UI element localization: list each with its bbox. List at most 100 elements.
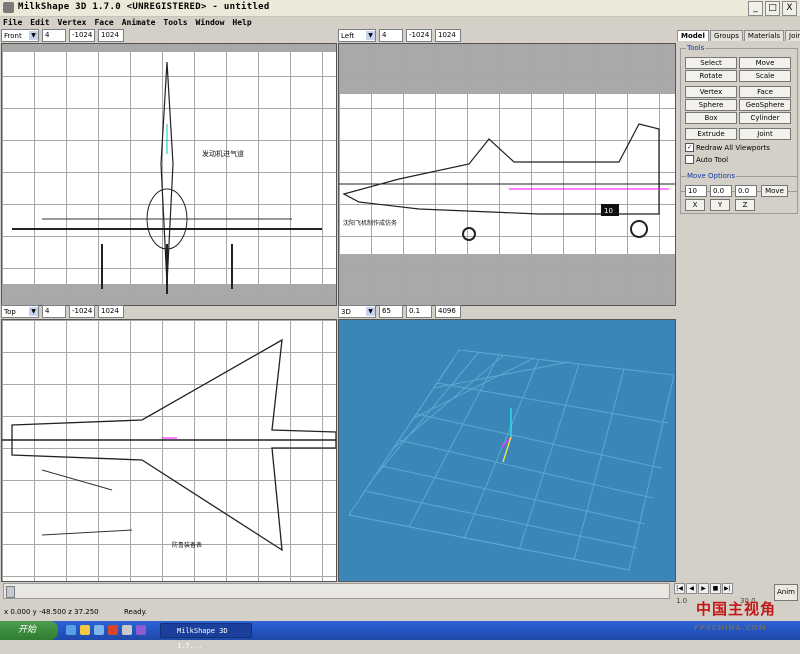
- persp-near-field[interactable]: 0.1: [406, 305, 432, 318]
- app-icon: [3, 2, 14, 13]
- tools-group-title: Tools: [686, 44, 706, 52]
- front-viewport[interactable]: 发动机进气道: [1, 43, 337, 306]
- menu-tools[interactable]: Tools: [163, 17, 187, 29]
- persp-viewport[interactable]: [338, 319, 676, 582]
- frame-start[interactable]: 1.0: [676, 597, 687, 607]
- vertex-button[interactable]: Vertex: [685, 86, 737, 98]
- menu-window[interactable]: Window: [196, 17, 225, 29]
- left-min-field[interactable]: -1024: [406, 29, 432, 42]
- left-viewport[interactable]: 沈阳飞机制作成仿务 10: [338, 43, 676, 306]
- rotate-button[interactable]: Rotate: [685, 70, 737, 82]
- left-annotation: 沈阳飞机制作成仿务: [343, 220, 398, 227]
- select-button[interactable]: Select: [685, 57, 737, 69]
- start-button[interactable]: 开始: [0, 621, 58, 640]
- top-view-select[interactable]: Top ▼: [1, 305, 39, 318]
- minimize-button[interactable]: _: [748, 1, 763, 16]
- anim-button[interactable]: Anim: [774, 584, 798, 601]
- persp-fov-field[interactable]: 65: [379, 305, 403, 318]
- app-shortcut-icon[interactable]: [122, 625, 132, 635]
- browser-icon[interactable]: [136, 625, 146, 635]
- move-y-field[interactable]: 0.0: [710, 185, 732, 197]
- chevron-down-icon: ▼: [366, 31, 375, 40]
- tools-group: Tools Select Move Rotate Scale Vertex Fa…: [680, 44, 798, 192]
- box-button[interactable]: Box: [685, 112, 737, 124]
- left-grid-size-field[interactable]: 4: [379, 29, 403, 42]
- front-aircraft-drawing: [12, 61, 322, 294]
- tab-model[interactable]: Model: [677, 30, 709, 41]
- move-apply-button[interactable]: Move: [761, 185, 788, 197]
- top-viewport-header: Top ▼ 4 -1024 1024: [1, 305, 124, 318]
- face-button[interactable]: Face: [739, 86, 791, 98]
- move-options-title: Move Options: [686, 172, 737, 180]
- left-part-label: 10: [604, 207, 613, 215]
- maximize-button[interactable]: □: [765, 1, 780, 16]
- geosphere-button[interactable]: GeoSphere: [739, 99, 791, 111]
- top-annotation: 防鲁装备表: [172, 542, 203, 549]
- persp-viewport-header: 3D ▼ 65 0.1 4096: [338, 305, 461, 318]
- persp-far-field[interactable]: 4096: [435, 305, 461, 318]
- menu-file[interactable]: File: [3, 17, 22, 29]
- front-max-field[interactable]: 1024: [98, 29, 124, 42]
- front-view-select[interactable]: Front ▼: [1, 29, 39, 42]
- front-viewport-header: Front ▼ 4 -1024 1024: [1, 29, 124, 42]
- desktop-icon[interactable]: [94, 625, 104, 635]
- status-text: Ready.: [124, 608, 147, 616]
- redraw-all-checkbox[interactable]: ✓ Redraw All Viewports: [685, 143, 770, 152]
- stop-icon[interactable]: ■: [710, 583, 721, 594]
- axis-y-button[interactable]: Y: [710, 199, 730, 211]
- move-x-field[interactable]: 10: [685, 185, 707, 197]
- menu-edit[interactable]: Edit: [30, 17, 49, 29]
- move-tool-button[interactable]: Move: [739, 57, 791, 69]
- persp-view-select[interactable]: 3D ▼: [338, 305, 376, 318]
- left-max-field[interactable]: 1024: [435, 29, 461, 42]
- top-viewport[interactable]: 防鲁装备表: [1, 319, 337, 582]
- chevron-down-icon: ▼: [366, 307, 375, 316]
- left-aircraft-drawing: [339, 123, 675, 241]
- auto-tool-checkbox[interactable]: Auto Tool: [685, 155, 728, 164]
- perspective-grid: [348, 349, 675, 571]
- joint-button[interactable]: Joint: [739, 128, 791, 140]
- left-view-select[interactable]: Left ▼: [338, 29, 376, 42]
- tab-groups[interactable]: Groups: [709, 30, 743, 41]
- prev-frame-icon[interactable]: ◀: [686, 583, 697, 594]
- play-icon[interactable]: ▶: [698, 583, 709, 594]
- next-frame-icon[interactable]: ▶|: [722, 583, 733, 594]
- cylinder-button[interactable]: Cylinder: [739, 112, 791, 124]
- scale-button[interactable]: Scale: [739, 70, 791, 82]
- title-bar: MilkShape 3D 1.7.0 <UNREGISTERED> - unti…: [0, 0, 800, 17]
- menu-help[interactable]: Help: [232, 17, 251, 29]
- cursor-coordinates: x 0.000 y -48.500 z 37.250: [4, 608, 99, 616]
- animation-timeline[interactable]: [3, 583, 670, 599]
- media-icon[interactable]: [108, 625, 118, 635]
- window-title: MilkShape 3D 1.7.0 <UNREGISTERED> - unti…: [18, 2, 270, 12]
- menu-face[interactable]: Face: [94, 17, 113, 29]
- front-grid-size-field[interactable]: 4: [42, 29, 66, 42]
- top-max-field[interactable]: 1024: [98, 305, 124, 318]
- tab-materials[interactable]: Materials: [743, 30, 784, 41]
- checkbox-empty-icon: [685, 155, 694, 164]
- status-area: |◀ ◀ ▶ ■ ▶| 1.0 30.0 Anim x 0.000 y -48.…: [0, 581, 800, 621]
- top-grid-size-field[interactable]: 4: [42, 305, 66, 318]
- checkmark-icon: ✓: [685, 143, 694, 152]
- menu-vertex[interactable]: Vertex: [58, 17, 87, 29]
- watermark-url: FPSCHINA.COM: [694, 624, 767, 632]
- taskbar: 开始 MilkShape 3D 1.7...: [0, 621, 800, 650]
- front-annotation: 发动机进气道: [202, 150, 244, 158]
- folder-icon[interactable]: [80, 625, 90, 635]
- taskbar-milkshape[interactable]: MilkShape 3D 1.7...: [160, 623, 252, 650]
- first-frame-icon[interactable]: |◀: [674, 583, 685, 594]
- axis-x-button[interactable]: X: [685, 199, 705, 211]
- ie-icon[interactable]: [66, 625, 76, 635]
- axis-z-button[interactable]: Z: [735, 199, 755, 211]
- tool-panel: Model Groups Materials Joints Tools Sele…: [676, 29, 800, 580]
- move-z-field[interactable]: 0.0: [735, 185, 757, 197]
- top-min-field[interactable]: -1024: [69, 305, 95, 318]
- front-min-field[interactable]: -1024: [69, 29, 95, 42]
- menu-animate[interactable]: Animate: [122, 17, 156, 29]
- tab-joints[interactable]: Joints: [785, 30, 800, 41]
- extrude-button[interactable]: Extrude: [685, 128, 737, 140]
- chevron-down-icon: ▼: [29, 31, 38, 40]
- sphere-button[interactable]: Sphere: [685, 99, 737, 111]
- close-button[interactable]: X: [782, 1, 797, 16]
- timeline-slider-thumb[interactable]: [6, 586, 15, 598]
